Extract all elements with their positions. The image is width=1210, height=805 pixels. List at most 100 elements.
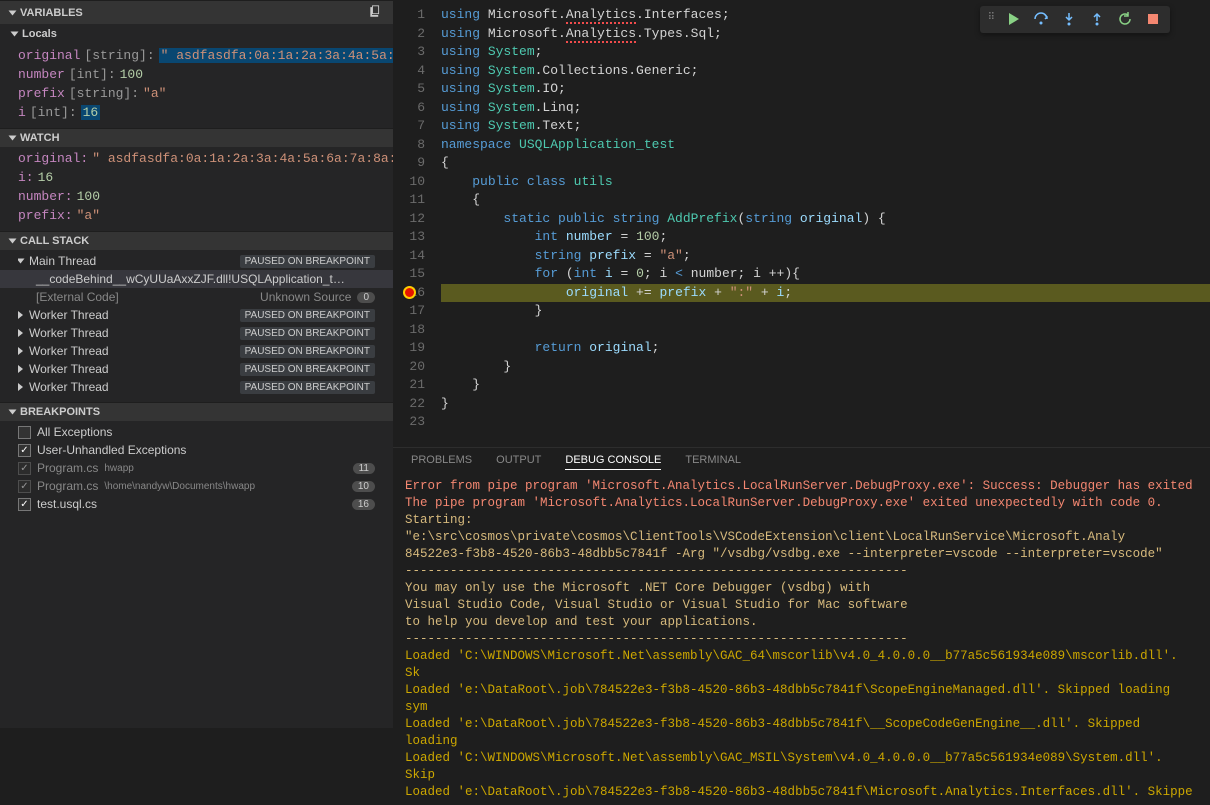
checkbox[interactable]: [18, 444, 31, 457]
checkbox[interactable]: [18, 480, 31, 493]
thread-name: Main Thread: [29, 254, 96, 268]
breakpoints-header[interactable]: BREAKPOINTS: [0, 402, 393, 421]
code-line[interactable]: using System.Text;: [441, 117, 1210, 136]
chevron-down-icon: [18, 259, 25, 264]
variable-row[interactable]: i [int]: 16: [0, 103, 393, 122]
drag-handle-icon[interactable]: ⠿: [988, 10, 994, 29]
frame-badge: 0: [357, 292, 375, 303]
code-line[interactable]: }: [441, 302, 1210, 321]
watch-row[interactable]: original: " asdfasdfa:0a:1a:2a:3a:4a:5a:…: [0, 149, 393, 168]
code-line[interactable]: public class utils: [441, 173, 1210, 192]
code-line[interactable]: }: [441, 395, 1210, 414]
watch-row[interactable]: i: 16: [0, 168, 393, 187]
watch-row[interactable]: number: 100: [0, 187, 393, 206]
breakpoint-row[interactable]: test.usql.cs16: [0, 495, 393, 513]
variables-header[interactable]: VARIABLES: [0, 0, 393, 24]
stack-frame[interactable]: __codeBehind__wCyUUaAxxZJF.dll!USQLAppli…: [0, 270, 393, 288]
code-body[interactable]: using Microsoft.Analytics.Interfaces;usi…: [433, 0, 1210, 447]
locals-label: Locals: [22, 28, 57, 40]
console-line: 84522e3-f3b8-4520-86b3-48dbb5c7841f -Arg…: [405, 546, 1198, 563]
code-line[interactable]: {: [441, 154, 1210, 173]
breakpoint-label: All Exceptions: [37, 425, 112, 439]
code-line[interactable]: original += prefix + ":" + i;: [441, 284, 1210, 303]
locals-header[interactable]: Locals: [0, 24, 393, 44]
thread-name: Worker Thread: [29, 380, 109, 394]
chevron-right-icon: [18, 311, 23, 319]
code-line[interactable]: using System.Collections.Generic;: [441, 62, 1210, 81]
code-line[interactable]: [441, 413, 1210, 432]
code-line[interactable]: }: [441, 376, 1210, 395]
code-line[interactable]: }: [441, 358, 1210, 377]
thread-row[interactable]: Worker ThreadPAUSED ON BREAKPOINT: [0, 324, 393, 342]
code-line[interactable]: static public string AddPrefix(string or…: [441, 210, 1210, 229]
thread-row[interactable]: Worker ThreadPAUSED ON BREAKPOINT: [0, 378, 393, 396]
code-line[interactable]: {: [441, 191, 1210, 210]
thread-status: PAUSED ON BREAKPOINT: [240, 309, 375, 322]
panel-tab-terminal[interactable]: TERMINAL: [685, 454, 741, 470]
thread-row[interactable]: Worker ThreadPAUSED ON BREAKPOINT: [0, 306, 393, 324]
stack-frame[interactable]: [External Code]Unknown Source0: [0, 288, 393, 306]
code-line[interactable]: namespace USQLApplication_test: [441, 136, 1210, 155]
watch-header[interactable]: WATCH: [0, 128, 393, 147]
variable-row[interactable]: prefix [string]: "a": [0, 84, 393, 103]
checkbox[interactable]: [18, 426, 31, 439]
console-line: Loaded 'C:\WINDOWS\Microsoft.Net\assembl…: [405, 648, 1198, 682]
variable-value: "a": [143, 86, 166, 101]
code-line[interactable]: return original;: [441, 339, 1210, 358]
debug-console-output[interactable]: Error from pipe program 'Microsoft.Analy…: [393, 474, 1210, 805]
editor-area: 1234567891011121314151617181920212223 us…: [393, 0, 1210, 728]
copy-icon[interactable]: [369, 4, 383, 21]
restart-button[interactable]: [1116, 10, 1134, 28]
watch-name: i:: [18, 170, 34, 185]
console-line: ----------------------------------------…: [405, 563, 1198, 580]
thread-name: Worker Thread: [29, 362, 109, 376]
breakpoint-label: Program.cs: [37, 461, 98, 475]
callstack-header[interactable]: CALL STACK: [0, 231, 393, 250]
breakpoint-row[interactable]: All Exceptions: [0, 423, 393, 441]
variable-type: [int]:: [30, 105, 77, 120]
code-line[interactable]: using System.Linq;: [441, 99, 1210, 118]
thread-status: PAUSED ON BREAKPOINT: [240, 327, 375, 340]
code-line[interactable]: using System.IO;: [441, 80, 1210, 99]
thread-row[interactable]: Main ThreadPAUSED ON BREAKPOINT: [0, 252, 393, 270]
breakpoint-row[interactable]: Program.cs hwapp11: [0, 459, 393, 477]
step-over-button[interactable]: [1032, 10, 1050, 28]
checkbox[interactable]: [18, 462, 31, 475]
code-editor[interactable]: 1234567891011121314151617181920212223 us…: [393, 0, 1210, 447]
checkbox[interactable]: [18, 498, 31, 511]
panel-tab-output[interactable]: OUTPUT: [496, 454, 541, 470]
chevron-right-icon: [18, 365, 23, 373]
code-line[interactable]: for (int i = 0; i < number; i ++){: [441, 265, 1210, 284]
debug-toolbar[interactable]: ⠿: [980, 6, 1170, 33]
thread-row[interactable]: Worker ThreadPAUSED ON BREAKPOINT: [0, 342, 393, 360]
panel-tab-debug-console[interactable]: DEBUG CONSOLE: [565, 454, 661, 470]
console-line: Visual Studio Code, Visual Studio or Vis…: [405, 597, 1198, 614]
step-into-button[interactable]: [1060, 10, 1078, 28]
console-line: Loaded 'e:\DataRoot\.job\784522e3-f3b8-4…: [405, 784, 1198, 801]
frame-label: __codeBehind__wCyUUaAxxZJF.dll!USQLAppli…: [36, 272, 345, 286]
watch-row[interactable]: prefix: "a": [0, 206, 393, 225]
continue-button[interactable]: [1004, 10, 1022, 28]
code-line[interactable]: string prefix = "a";: [441, 247, 1210, 266]
watch-name: prefix:: [18, 208, 73, 223]
thread-status: PAUSED ON BREAKPOINT: [240, 363, 375, 376]
variable-name: i: [18, 105, 26, 120]
watch-name: original:: [18, 151, 88, 166]
variable-row[interactable]: number [int]: 100: [0, 65, 393, 84]
stop-button[interactable]: [1144, 10, 1162, 28]
breakpoint-row[interactable]: Program.cs \home\nandyw\Documents\hwapp1…: [0, 477, 393, 495]
breakpoint-row[interactable]: User-Unhandled Exceptions: [0, 441, 393, 459]
chevron-right-icon: [18, 347, 23, 355]
variable-row[interactable]: original [string]: " asdfasdfa:0a:1a:2a:…: [0, 46, 393, 65]
variable-name: number: [18, 67, 65, 82]
code-line[interactable]: [441, 321, 1210, 340]
code-line[interactable]: int number = 100;: [441, 228, 1210, 247]
step-out-button[interactable]: [1088, 10, 1106, 28]
breakpoint-icon[interactable]: [403, 286, 416, 299]
bottom-panel: PROBLEMS OUTPUT DEBUG CONSOLE TERMINAL Erro…: [393, 447, 1210, 805]
panel-tab-problems[interactable]: PROBLEMS: [411, 454, 472, 470]
thread-row[interactable]: Worker Thread PAUSED ON BREAKPOINT: [0, 360, 393, 378]
variable-type: [int]:: [69, 67, 116, 82]
code-line[interactable]: using System;: [441, 43, 1210, 62]
console-line: Starting: "e:\src\cosmos\private\cosmos\…: [405, 512, 1198, 546]
